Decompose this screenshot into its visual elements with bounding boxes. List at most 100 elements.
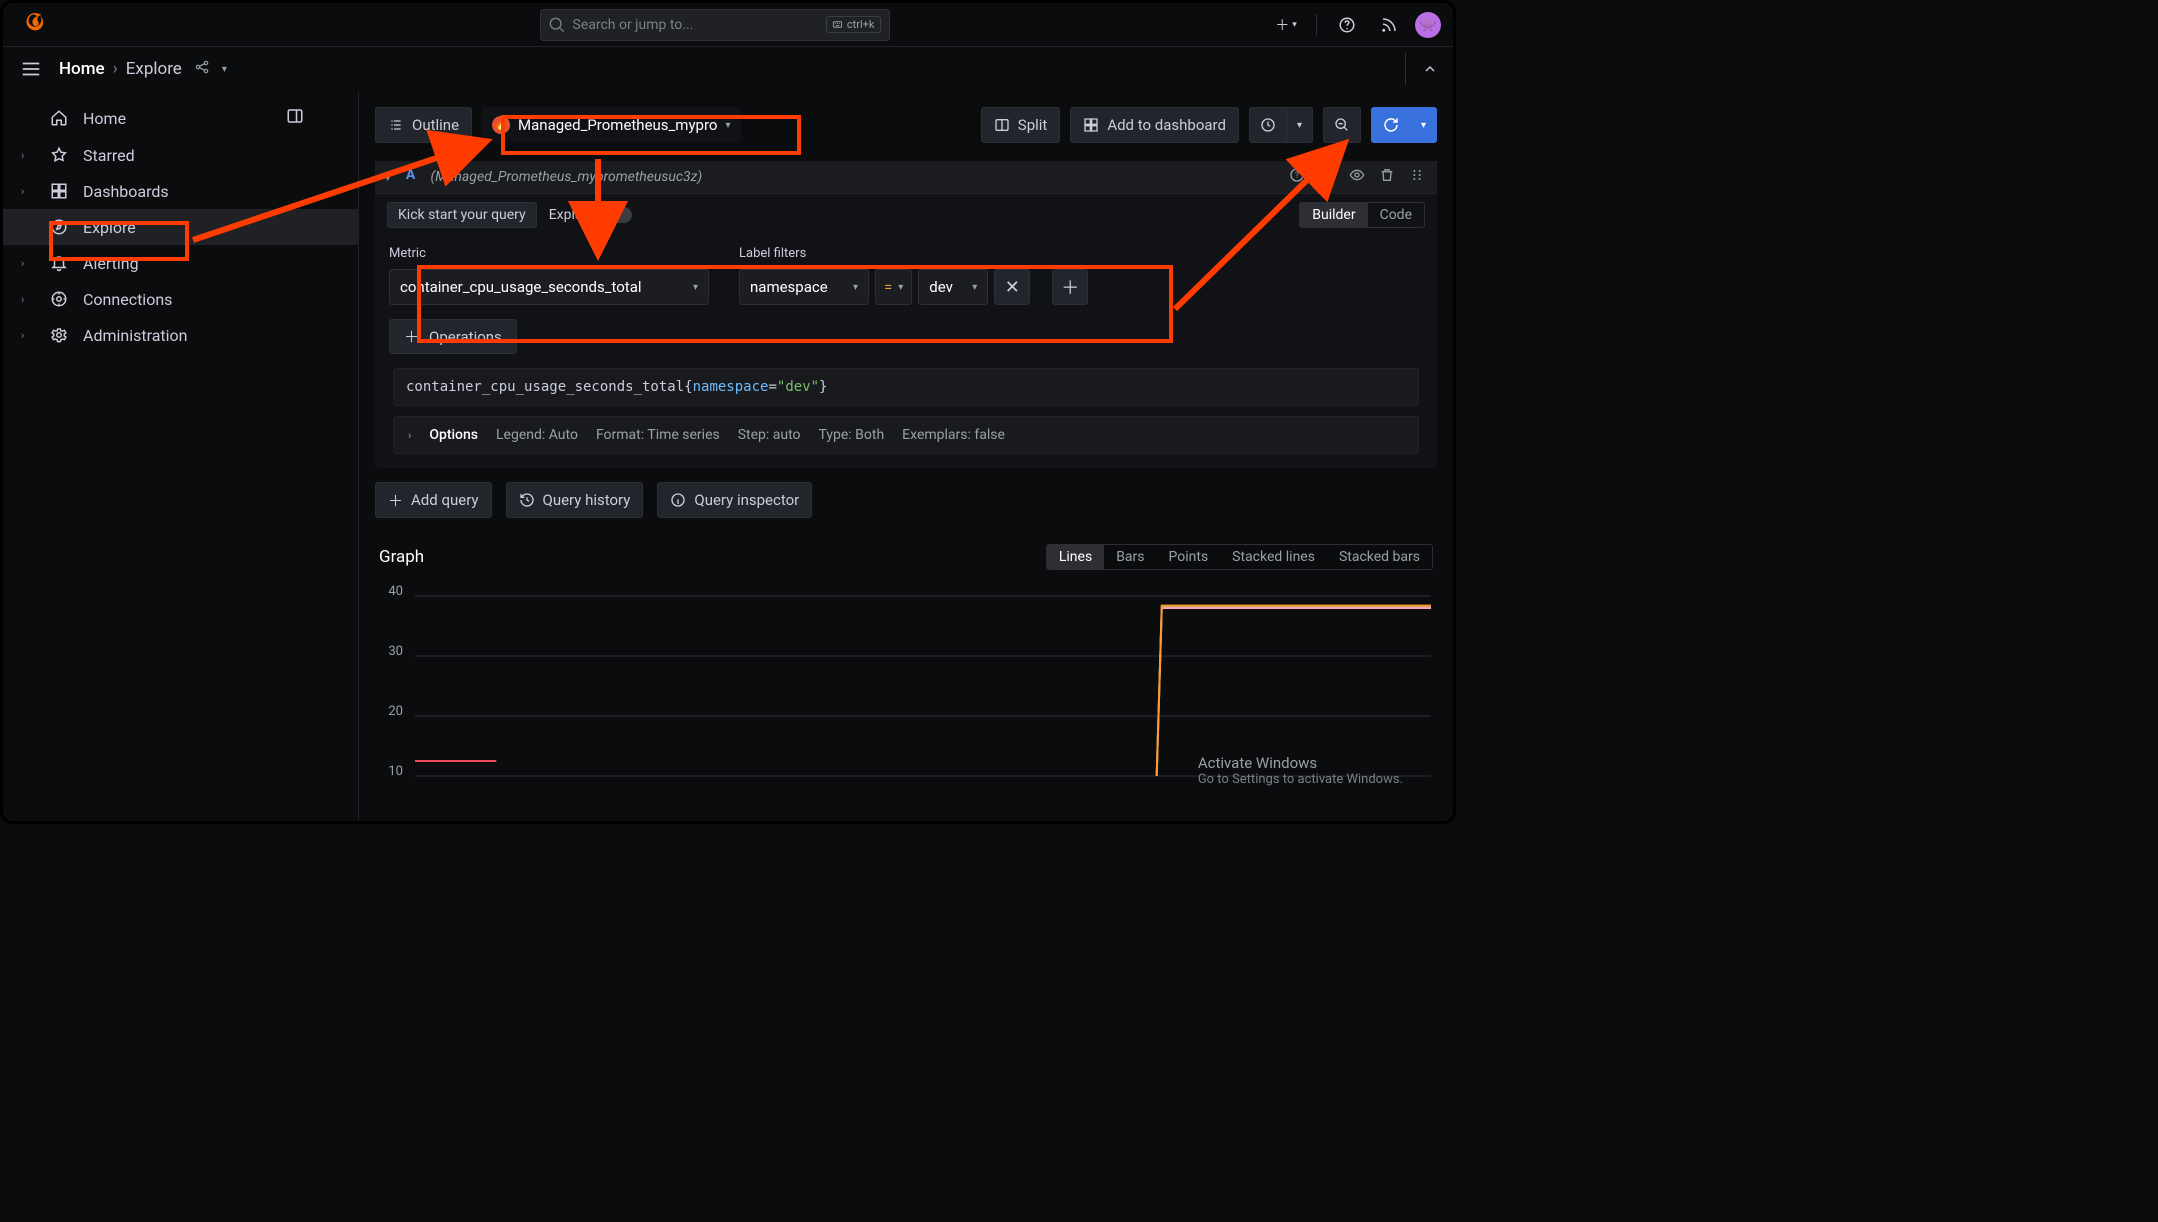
chevron-down-icon: ▾ <box>693 282 698 293</box>
opt-type: Type: Both <box>819 427 885 443</box>
dashboard-add-icon <box>1083 117 1099 133</box>
filter-op-value: = <box>884 278 892 296</box>
outline-label: Outline <box>412 116 459 134</box>
sidebar-item-label: Alerting <box>83 254 139 273</box>
history-label: Query history <box>543 491 631 509</box>
operations-button[interactable]: ＋ Operations <box>389 319 517 354</box>
graph-mode-bars[interactable]: Bars <box>1104 545 1156 569</box>
sidebar-item-label: Administration <box>83 326 188 345</box>
query-drag-icon[interactable] <box>1407 167 1427 187</box>
graph-mode-stacked-bars[interactable]: Stacked bars <box>1327 545 1432 569</box>
breadcrumb-caret[interactable]: ▾ <box>222 64 227 75</box>
share-icon[interactable] <box>190 59 214 79</box>
query-collapse-caret[interactable]: ▾ <box>385 171 391 184</box>
outline-button[interactable]: Outline <box>375 107 472 143</box>
y-tick: 10 <box>375 764 403 779</box>
sidebar-item-starred[interactable]: › Starred <box>3 137 358 173</box>
split-label: Split <box>1018 116 1048 134</box>
query-options-row[interactable]: › Options Legend: Auto Format: Time seri… <box>393 416 1419 454</box>
explain-toggle[interactable] <box>602 207 632 223</box>
sidebar-item-label: Connections <box>83 290 172 309</box>
plus-icon: ＋ <box>388 490 403 511</box>
opt-format: Format: Time series <box>596 427 720 443</box>
query-help-icon[interactable]: ? <box>1287 167 1307 187</box>
star-icon <box>49 145 69 165</box>
datasource-picker[interactable]: 🔥 Managed_Prometheus_mypro ▾ <box>482 107 740 143</box>
y-tick: 30 <box>375 644 403 659</box>
kick-start-button[interactable]: Kick start your query <box>387 202 537 228</box>
sidebar-item-explore[interactable]: › Explore <box>3 209 358 245</box>
run-interval-caret[interactable]: ▾ <box>1411 107 1437 143</box>
zoom-out-button[interactable] <box>1323 107 1361 143</box>
filter-value: dev <box>929 278 953 296</box>
history-icon <box>519 492 535 508</box>
promql-preview: container_cpu_usage_seconds_total{namesp… <box>393 368 1419 406</box>
datasource-label: Managed_Prometheus_mypro <box>518 116 717 134</box>
sidebar-item-connections[interactable]: › Connections <box>3 281 358 317</box>
dock-panel-icon[interactable] <box>286 107 308 129</box>
query-visibility-icon[interactable] <box>1347 167 1367 187</box>
mode-code-tab[interactable]: Code <box>1368 203 1424 227</box>
sidebar-item-home[interactable]: › Home <box>3 99 358 137</box>
filter-key-value: namespace <box>750 278 828 296</box>
query-inspector-button[interactable]: Query inspector <box>657 482 812 518</box>
options-label: Options <box>429 427 478 443</box>
sidebar-item-label: Home <box>83 109 126 128</box>
add-to-dashboard-button[interactable]: Add to dashboard <box>1070 107 1239 143</box>
filter-key-select[interactable]: namespace ▾ <box>739 269 869 305</box>
query-copy-icon[interactable] <box>1317 167 1337 187</box>
graph-mode-tabs[interactable]: Lines Bars Points Stacked lines Stacked … <box>1046 544 1433 570</box>
sidebar-item-dashboards[interactable]: › Dashboards <box>3 173 358 209</box>
run-query-button[interactable] <box>1371 107 1411 143</box>
metric-value: container_cpu_usage_seconds_total <box>400 278 642 296</box>
add-query-button[interactable]: ＋ Add query <box>375 482 492 518</box>
y-tick: 40 <box>375 584 403 599</box>
rss-icon[interactable] <box>1373 9 1405 41</box>
mode-builder-tab[interactable]: Builder <box>1300 203 1367 227</box>
y-tick: 20 <box>375 704 403 719</box>
add-menu[interactable]: ＋ ▾ <box>1270 9 1302 41</box>
split-button[interactable]: Split <box>981 107 1061 143</box>
sidebar-item-administration[interactable]: › Administration <box>3 317 358 353</box>
refresh-icon <box>1382 116 1400 134</box>
query-datasource-name: (Managed_Prometheus_myprometheusuc3z) <box>431 169 703 185</box>
graph-mode-lines[interactable]: Lines <box>1047 545 1104 569</box>
time-picker-caret[interactable]: ▾ <box>1287 107 1313 143</box>
info-icon <box>670 492 686 508</box>
opt-exemplars: Exemplars: false <box>902 427 1005 443</box>
add-filter-button[interactable]: ＋ <box>1052 269 1088 305</box>
inspector-label: Query inspector <box>694 491 799 509</box>
home-icon <box>49 108 69 128</box>
collapse-right-icon[interactable] <box>1405 53 1441 85</box>
filter-value-select[interactable]: dev ▾ <box>918 269 988 305</box>
query-mode-tabs[interactable]: Builder Code <box>1299 202 1425 228</box>
menu-toggle-icon[interactable] <box>15 53 47 85</box>
query-delete-icon[interactable] <box>1377 167 1397 187</box>
remove-filter-button[interactable]: ✕ <box>994 269 1030 305</box>
add-query-label: Add query <box>411 491 479 509</box>
sidebar-item-label: Dashboards <box>83 182 169 201</box>
grafana-logo-icon <box>23 11 51 39</box>
global-search[interactable]: Search or jump to... ctrl+k <box>540 9 890 41</box>
opt-legend: Legend: Auto <box>496 427 578 443</box>
query-history-button[interactable]: Query history <box>506 482 644 518</box>
metric-select[interactable]: container_cpu_usage_seconds_total ▾ <box>389 269 709 305</box>
filter-operator-select[interactable]: = ▾ <box>875 269 912 305</box>
search-icon <box>549 17 565 33</box>
time-picker-button[interactable] <box>1249 107 1287 143</box>
zoom-out-icon <box>1334 117 1350 133</box>
user-avatar[interactable]: 👾 <box>1415 12 1441 38</box>
chevron-down-icon: ▾ <box>853 282 858 293</box>
graph-mode-points[interactable]: Points <box>1157 545 1221 569</box>
graph-mode-stacked-lines[interactable]: Stacked lines <box>1220 545 1327 569</box>
sidebar: › Home › Starred › Dashboards › <box>3 91 359 821</box>
options-caret[interactable]: › <box>408 429 411 442</box>
breadcrumb-home[interactable]: Home <box>59 59 105 79</box>
sidebar-item-alerting[interactable]: › Alerting <box>3 245 358 281</box>
help-icon[interactable] <box>1331 9 1363 41</box>
sidebar-item-label: Explore <box>83 218 136 237</box>
prometheus-icon: 🔥 <box>492 116 510 134</box>
chart-area[interactable]: 10203040 <box>375 588 1437 778</box>
breadcrumb-current[interactable]: Explore <box>126 59 182 79</box>
sidebar-item-label: Starred <box>83 146 135 165</box>
